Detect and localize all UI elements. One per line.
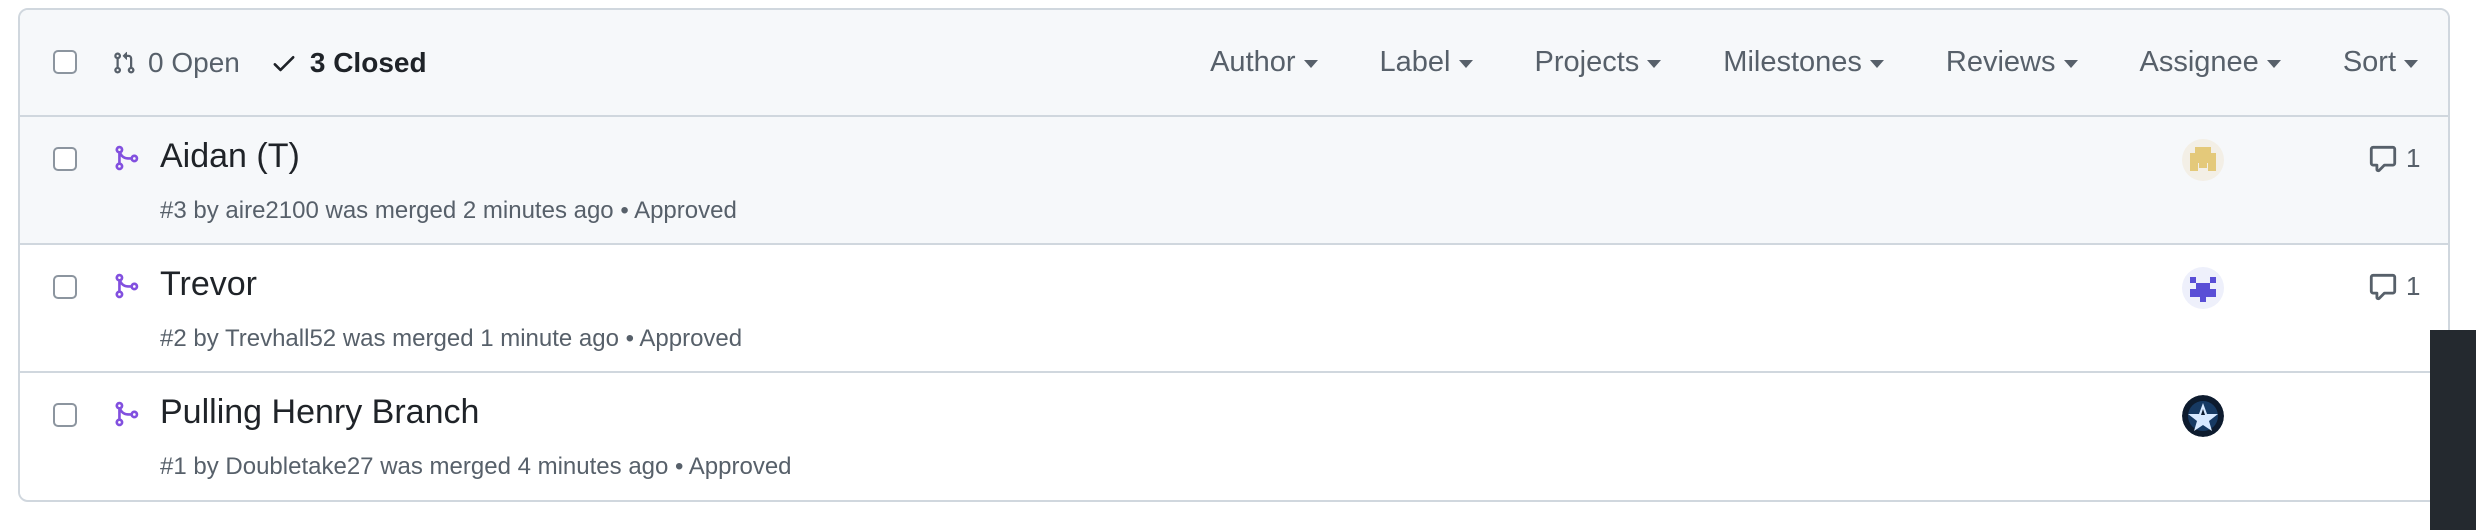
- open-filter[interactable]: 0 Open: [112, 47, 240, 79]
- label-filter[interactable]: Label: [1380, 46, 1473, 79]
- pull-request-meta: #1 by Doubletake27 was merged 4 minutes …: [160, 453, 792, 481]
- caret-down-icon: [1303, 60, 1318, 68]
- sort-filter-label: Sort: [2342, 46, 2396, 78]
- reviews-filter[interactable]: Reviews: [1946, 46, 2078, 79]
- reviews-filter-label: Reviews: [1945, 46, 2056, 78]
- caret-down-icon: [1869, 60, 1884, 68]
- by-text: by: [193, 325, 219, 352]
- author-link[interactable]: aire2100: [225, 197, 318, 224]
- caret-down-icon: [2063, 60, 2078, 68]
- pull-request-title[interactable]: Pulling Henry Branch: [160, 393, 479, 432]
- caret-down-icon: [2266, 60, 2281, 68]
- row-checkbox[interactable]: [53, 275, 77, 299]
- state-toggle: 0 Open 3 Closed: [112, 10, 427, 115]
- caret-down-icon: [2404, 60, 2418, 68]
- closed-filter[interactable]: 3 Closed: [270, 47, 427, 79]
- sort-filter[interactable]: Sort: [2343, 46, 2418, 79]
- pull-request-icon: [114, 51, 135, 74]
- assignee-avatar[interactable]: [2182, 395, 2224, 437]
- comment-count: 1: [2406, 143, 2421, 173]
- dark-star-avatar-icon: [2182, 395, 2224, 437]
- pull-request-meta: #2 by Trevhall52 was merged 1 minute ago…: [160, 325, 742, 353]
- label-filter-label: Label: [1379, 46, 1451, 78]
- author-link[interactable]: Doubletake27: [225, 453, 373, 480]
- pull-request-row[interactable]: Trevor #2 by Trevhall52 was merged 1 min…: [20, 245, 2448, 373]
- comment-icon: [2369, 273, 2397, 300]
- author-filter-label: Author: [1210, 46, 1296, 78]
- row-checkbox[interactable]: [53, 147, 77, 171]
- select-all-checkbox[interactable]: [53, 50, 77, 74]
- merged-status: was merged 4 minutes ago: [380, 453, 669, 480]
- open-count-label: 0 Open: [148, 46, 240, 78]
- projects-filter[interactable]: Projects: [1535, 46, 1662, 79]
- row-checkbox[interactable]: [53, 403, 77, 427]
- review-status[interactable]: • Approved: [626, 325, 742, 352]
- review-status[interactable]: • Approved: [620, 197, 736, 224]
- projects-filter-label: Projects: [1534, 46, 1640, 78]
- merged-status: was merged 1 minute ago: [342, 325, 619, 352]
- side-panel-edge: [2430, 330, 2476, 530]
- closed-count-label: 3 Closed: [309, 46, 427, 78]
- check-icon: [273, 55, 295, 71]
- merged-status: was merged 2 minutes ago: [325, 197, 614, 224]
- comments-link[interactable]: 1: [2368, 271, 2420, 302]
- pull-request-title[interactable]: Trevor: [160, 265, 257, 304]
- comments-link[interactable]: 1: [2368, 143, 2420, 174]
- pull-request-title[interactable]: Aidan (T): [160, 137, 300, 176]
- milestones-filter-label: Milestones: [1723, 46, 1862, 78]
- milestones-filter[interactable]: Milestones: [1723, 46, 1884, 79]
- pull-request-meta: #3 by aire2100 was merged 2 minutes ago …: [160, 197, 737, 225]
- comment-icon: [2369, 145, 2397, 172]
- blue-pixel-avatar-icon: [2182, 267, 2224, 309]
- assignee-filter[interactable]: Assignee: [2140, 46, 2281, 79]
- pr-number: #1: [160, 453, 187, 480]
- yellow-pixel-avatar-icon: [2182, 139, 2224, 181]
- merged-icon: [115, 273, 139, 299]
- assignee-filter-label: Assignee: [2139, 46, 2259, 78]
- assignee-avatar[interactable]: [2182, 267, 2224, 309]
- by-text: by: [193, 197, 219, 224]
- merged-icon: [115, 401, 139, 427]
- author-filter[interactable]: Author: [1210, 46, 1318, 79]
- pull-request-row[interactable]: Aidan (T) #3 by aire2100 was merged 2 mi…: [20, 117, 2448, 245]
- merged-icon: [115, 145, 139, 171]
- pr-number: #2: [160, 325, 187, 352]
- author-link[interactable]: Trevhall52: [225, 325, 336, 352]
- caret-down-icon: [1647, 60, 1662, 68]
- filter-bar: Author Label Projects Milestones Reviews…: [1148, 10, 2418, 115]
- review-status[interactable]: • Approved: [675, 453, 791, 480]
- by-text: by: [193, 453, 219, 480]
- list-header: 0 Open 3 Closed Author Label Projects Mi…: [20, 10, 2448, 117]
- pull-request-list: 0 Open 3 Closed Author Label Projects Mi…: [18, 8, 2450, 502]
- assignee-avatar[interactable]: [2182, 139, 2224, 181]
- pr-number: #3: [160, 197, 187, 224]
- pull-request-row[interactable]: Pulling Henry Branch #1 by Doubletake27 …: [20, 373, 2448, 499]
- comment-count: 1: [2406, 271, 2421, 301]
- caret-down-icon: [1458, 60, 1473, 68]
